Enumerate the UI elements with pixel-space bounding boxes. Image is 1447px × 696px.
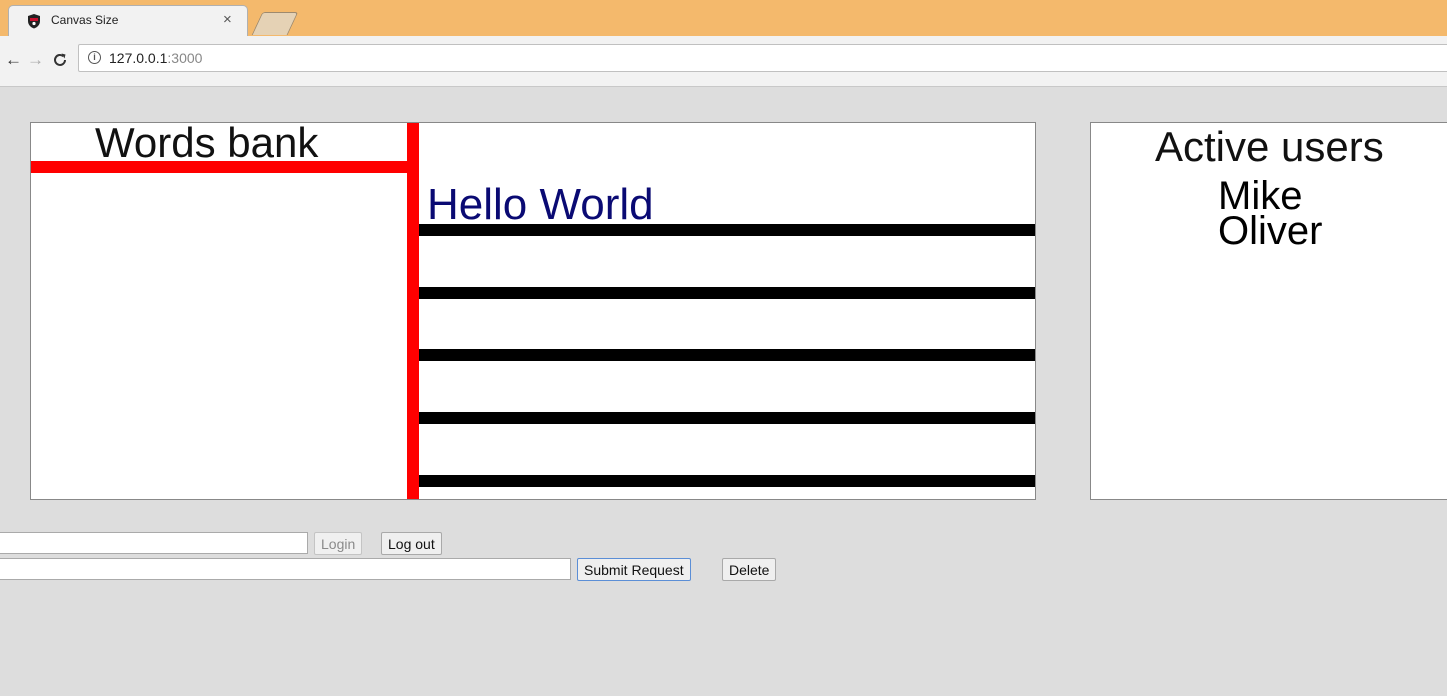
close-tab-icon[interactable]: × [223,11,232,28]
browser-tab[interactable]: Canvas Size × [8,5,248,37]
writing-line [419,349,1035,361]
drawing-canvas[interactable]: Words bank Hello World [30,119,1036,500]
writing-line [419,224,1035,236]
tab-title: Canvas Size [51,13,119,27]
logout-button[interactable]: Log out [381,532,442,555]
request-input[interactable] [0,558,571,580]
words-bank-underline [31,161,411,173]
forward-arrow-icon[interactable]: → [27,50,44,70]
writing-line [419,287,1035,299]
canvas-word-text[interactable]: Hello World [427,180,654,230]
url-text: 127.0.0.1:3000 [109,50,203,66]
tab-strip: Canvas Size × [0,0,1447,37]
new-tab-button[interactable] [251,12,299,35]
writing-line [419,412,1035,424]
canvas-divider [407,123,419,499]
writing-line [419,475,1035,487]
delete-button[interactable]: Delete [722,558,777,581]
browser-toolbar: ← → i 127.0.0.1:3000 [0,36,1447,87]
address-bar[interactable]: i 127.0.0.1:3000 [78,44,1447,72]
reload-icon[interactable] [52,52,68,68]
info-icon[interactable]: i [88,51,101,64]
shield-favicon-icon [28,14,40,29]
login-button[interactable]: Login [314,532,363,555]
words-bank-title: Words bank [95,119,319,166]
submit-request-button[interactable]: Submit Request [577,558,691,581]
active-users-title: Active users [1155,123,1384,170]
active-user-item: Oliver [1218,209,1323,253]
username-input[interactable] [0,532,308,554]
back-arrow-icon[interactable]: ← [5,50,22,70]
active-users-panel: Active users Mike Oliver [1090,122,1447,500]
